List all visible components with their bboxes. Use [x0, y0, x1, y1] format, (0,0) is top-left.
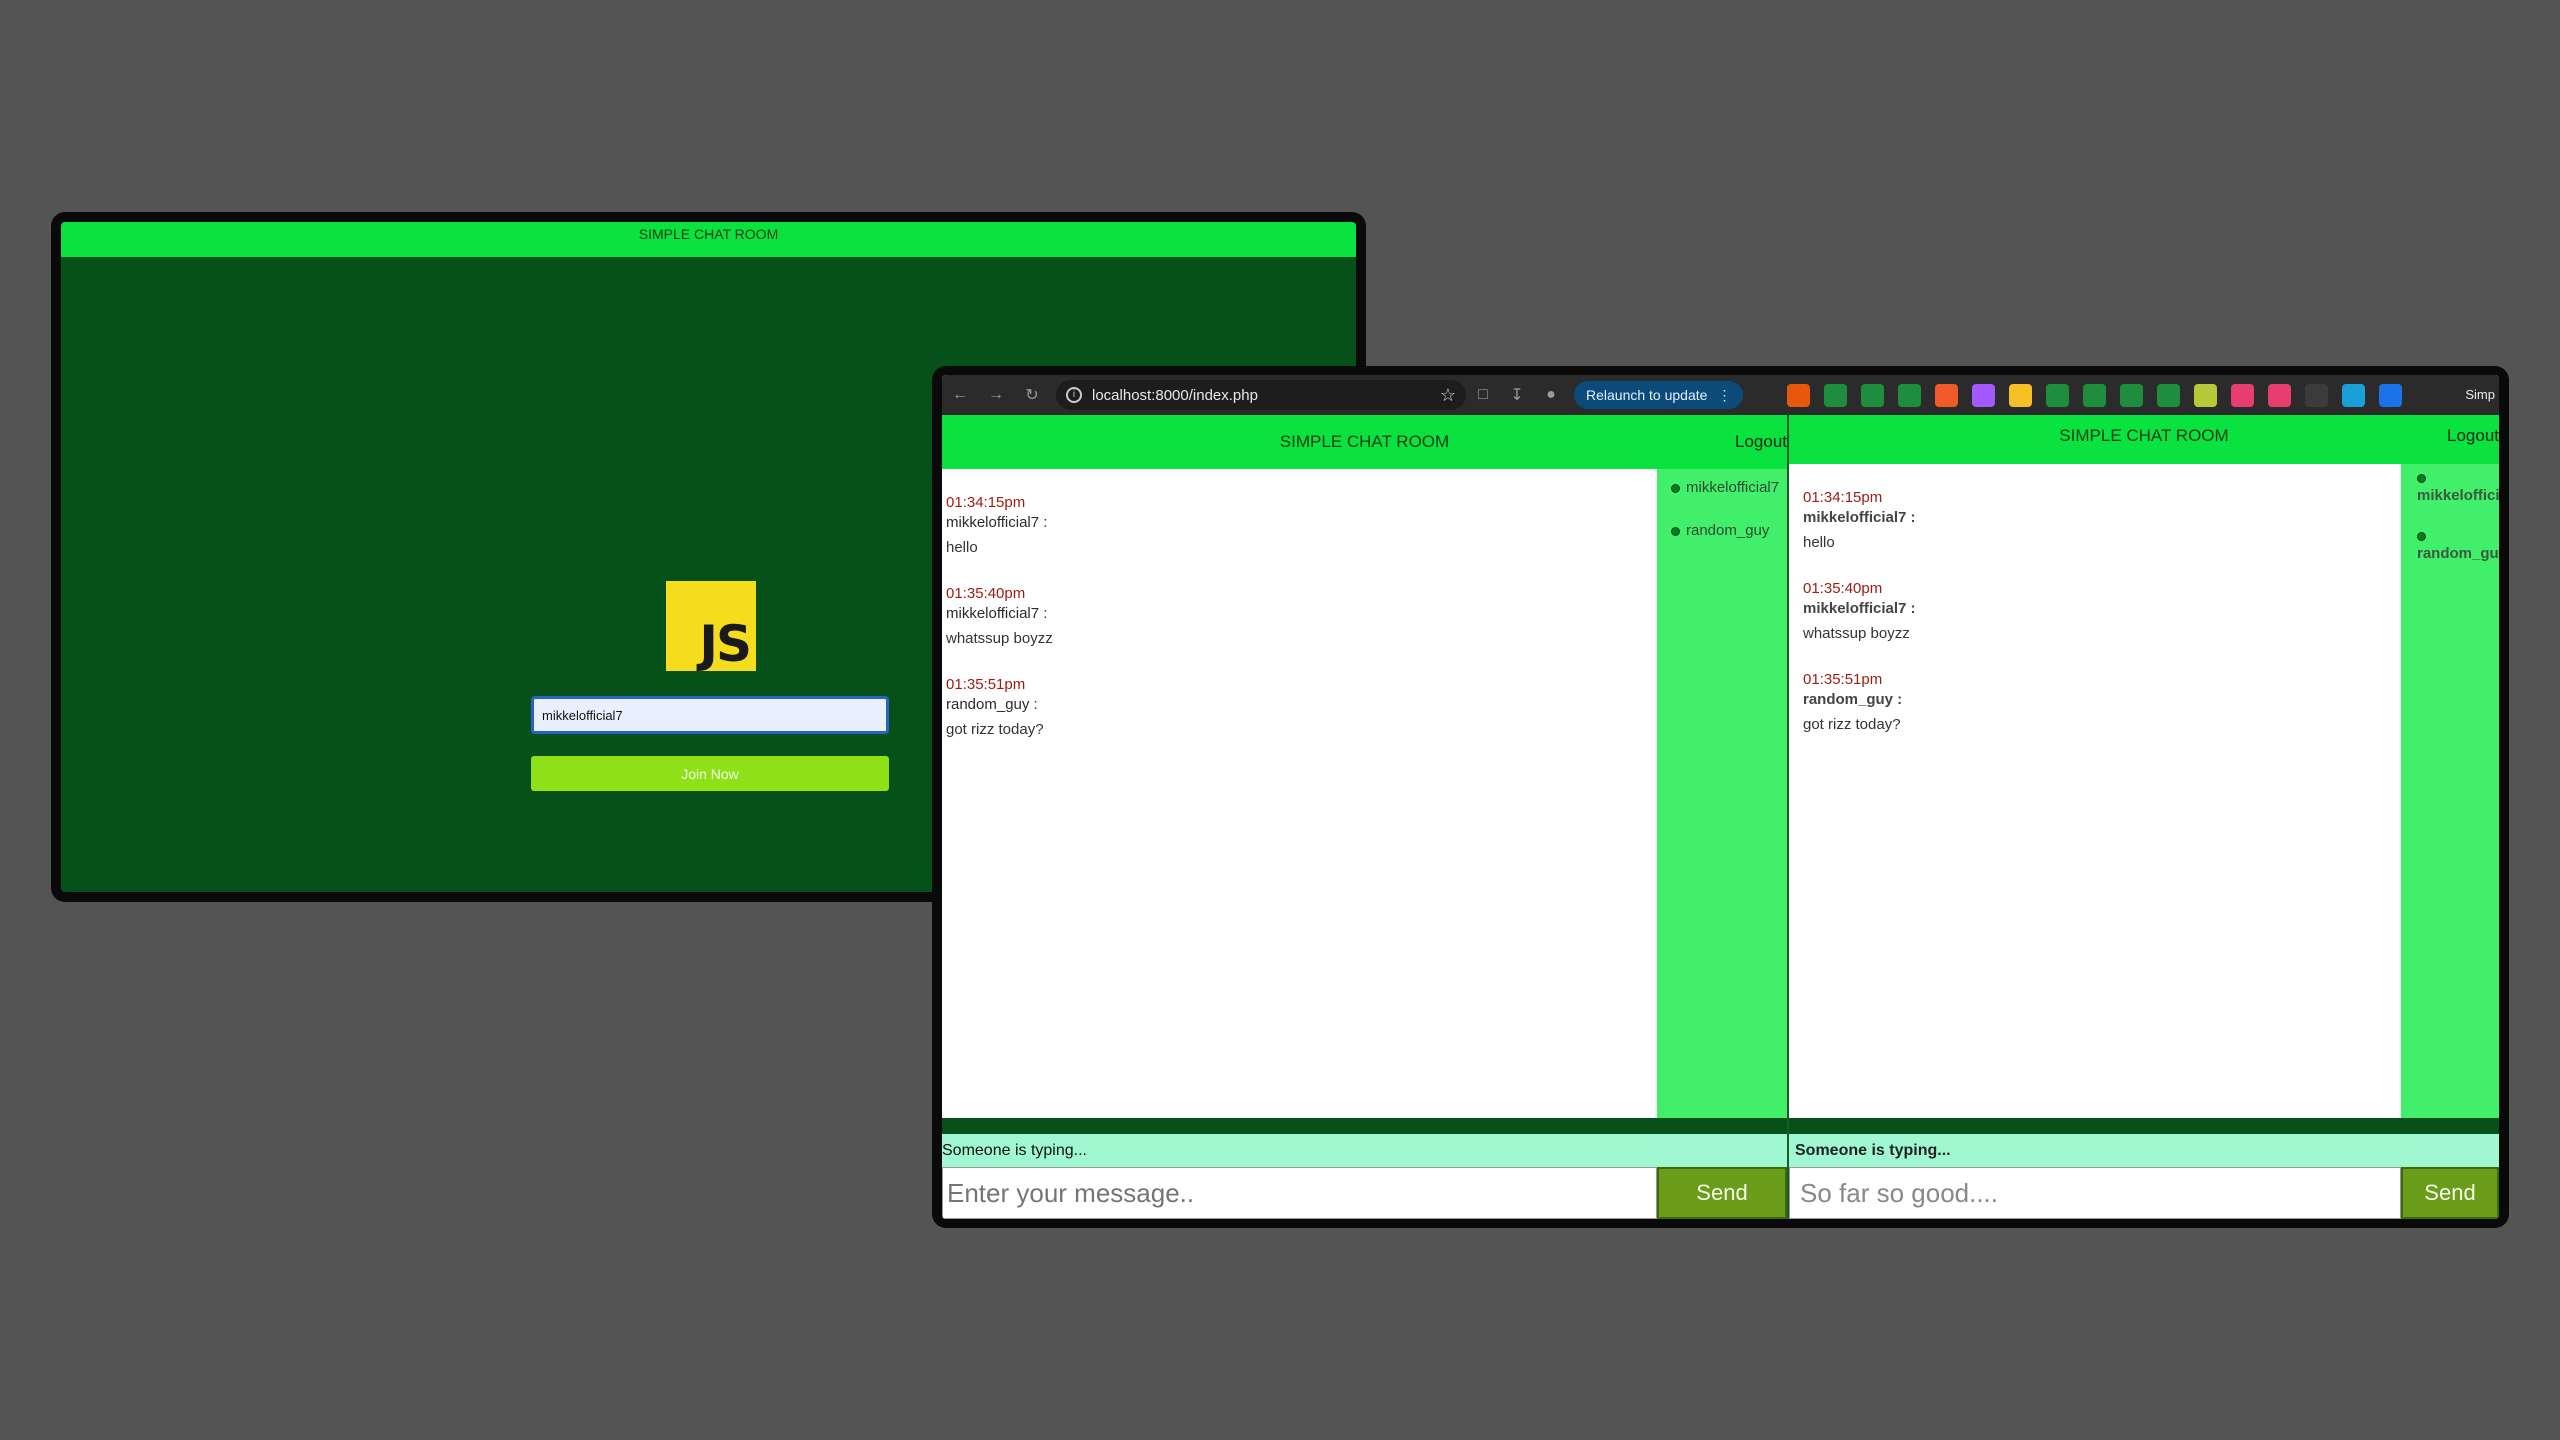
online-status-dot-icon — [2417, 474, 2426, 483]
message-time: 01:34:15pm — [1803, 489, 1883, 506]
message-text: whatssup boyzz — [946, 630, 1053, 647]
message-input[interactable] — [942, 1167, 1657, 1219]
bookmark-favicon-icon[interactable] — [2046, 383, 2069, 407]
login-header-title: SIMPLE CHAT ROOM — [61, 222, 1356, 257]
message-input[interactable] — [1789, 1167, 2401, 1219]
bookmark-favicon-icon[interactable] — [1824, 383, 1847, 407]
message-item: 01:34:15pm mikkelofficial7 : hello — [1803, 488, 2387, 553]
typing-indicator: Someone is typing... — [942, 1134, 1787, 1167]
more-menu-icon[interactable]: ⋮ — [1717, 387, 1731, 404]
message-item: 01:35:40pm mikkelofficial7 : whatssup bo… — [1803, 579, 2387, 644]
chat-title: SIMPLE CHAT ROOM — [1279, 432, 1450, 451]
online-user: mikkelofficial7 — [1671, 479, 1779, 496]
bookmark-favicon-icon[interactable] — [1972, 383, 1995, 407]
message-item: 01:35:51pm random_guy : got rizz today? — [946, 675, 1653, 740]
bookmark-favicon-icon[interactable] — [1861, 383, 1884, 407]
relaunch-button[interactable]: Relaunch to update ⋮ — [1574, 381, 1744, 409]
bookmark-favicon-icon[interactable] — [2379, 383, 2402, 407]
message-text: whatssup boyzz — [1803, 625, 1910, 642]
message-text: got rizz today? — [1803, 716, 1901, 733]
bookmark-favicon-icon[interactable] — [2342, 383, 2365, 407]
online-status-dot-icon — [1671, 526, 1680, 536]
logout-link[interactable]: Logout — [1735, 415, 1787, 469]
send-button[interactable]: Send — [1657, 1167, 1787, 1219]
message-composer: Send — [942, 1167, 1787, 1219]
message-time: 01:35:51pm — [1803, 671, 1883, 688]
chat-header: SIMPLE CHAT ROOM Logout — [942, 415, 1787, 469]
message-list: 01:34:15pm mikkelofficial7 : hello 01:35… — [942, 469, 1657, 1118]
typing-indicator: Someone is typing... — [1789, 1134, 2499, 1167]
profile-avatar-icon[interactable]: ● — [1534, 386, 1568, 404]
online-user-name: mikkelofficial7 — [2417, 487, 2499, 504]
bookmark-favicon-icon[interactable] — [1898, 383, 1921, 407]
js-logo: JS — [666, 581, 756, 671]
online-users-list: mikkelofficial7 random_guy — [2401, 464, 2499, 1118]
relaunch-label: Relaunch to update — [1586, 387, 1708, 403]
back-arrow-icon[interactable]: ← — [942, 386, 978, 404]
message-user: mikkelofficial7 : — [946, 514, 1048, 531]
send-button[interactable]: Send — [2401, 1167, 2499, 1219]
divider — [942, 1118, 1787, 1134]
bookmark-star-icon[interactable]: ☆ — [1440, 385, 1456, 406]
message-item: 01:35:40pm mikkelofficial7 : whatssup bo… — [946, 584, 1653, 649]
online-user: random_guy — [1671, 522, 1773, 539]
online-user-name: mikkelofficial7 — [1686, 479, 1780, 496]
address-bar[interactable]: i localhost:8000/index.php ☆ — [1056, 380, 1466, 410]
chat-window: ← → ↻ i localhost:8000/index.php ☆ □ ↧ ●… — [932, 366, 2509, 1228]
message-time: 01:34:15pm — [946, 494, 1026, 511]
bookmark-favicon-icon[interactable] — [2231, 383, 2254, 407]
bookmark-favicon-icon[interactable] — [2009, 383, 2032, 407]
message-text: got rizz today? — [946, 721, 1044, 738]
online-user-name: random_guy — [2417, 545, 2499, 562]
message-user: random_guy : — [1803, 691, 1903, 708]
site-info-icon[interactable]: i — [1066, 387, 1082, 403]
message-user: mikkelofficial7 : — [1803, 509, 1916, 526]
message-user: mikkelofficial7 : — [1803, 600, 1916, 617]
message-time: 01:35:40pm — [946, 585, 1026, 602]
bookmark-favicon-icon[interactable] — [1935, 383, 1958, 407]
bookmark-favicon-icon[interactable] — [2194, 383, 2217, 407]
bookmark-favicon-icon[interactable] — [2268, 383, 2291, 407]
message-composer: Send — [1789, 1167, 2499, 1219]
download-icon[interactable]: ↧ — [1500, 385, 1534, 405]
username-input[interactable] — [531, 696, 889, 734]
chat-pane-right: SIMPLE CHAT ROOM Logout 01:34:15pm mikke… — [1787, 415, 2499, 1219]
extensions-icon[interactable]: □ — [1466, 386, 1500, 404]
bookmark-favicon-icon[interactable] — [2083, 383, 2106, 407]
chat-pane-left: SIMPLE CHAT ROOM Logout 01:34:15pm mikke… — [942, 415, 1787, 1219]
chat-title: SIMPLE CHAT ROOM — [2059, 426, 2229, 445]
divider — [1789, 1118, 2499, 1134]
browser-toolbar: ← → ↻ i localhost:8000/index.php ☆ □ ↧ ●… — [942, 375, 2499, 415]
message-time: 01:35:51pm — [946, 676, 1026, 693]
online-user: random_guy — [2417, 532, 2499, 562]
logout-link[interactable]: Logout — [2447, 415, 2499, 460]
message-time: 01:35:40pm — [1803, 580, 1883, 597]
online-status-dot-icon — [2417, 532, 2426, 541]
online-user: mikkelofficial7 — [2417, 474, 2499, 504]
message-item: 01:34:15pm mikkelofficial7 : hello — [946, 493, 1653, 558]
message-user: mikkelofficial7 : — [946, 605, 1048, 622]
reload-icon[interactable]: ↻ — [1014, 385, 1050, 405]
address-url[interactable]: localhost:8000/index.php — [1092, 387, 1430, 404]
bookmarks-bar — [1787, 375, 2402, 415]
forward-arrow-icon[interactable]: → — [978, 386, 1014, 404]
online-user-name: random_guy — [1686, 522, 1770, 539]
message-user: random_guy : — [946, 696, 1038, 713]
bookmark-favicon-icon[interactable] — [2120, 383, 2143, 407]
bookmark-favicon-icon[interactable] — [1787, 383, 1810, 407]
message-text: hello — [1803, 534, 1835, 551]
message-item: 01:35:51pm random_guy : got rizz today? — [1803, 670, 2387, 735]
chat-header: SIMPLE CHAT ROOM Logout — [1789, 415, 2499, 464]
chat-window-content: ← → ↻ i localhost:8000/index.php ☆ □ ↧ ●… — [942, 375, 2499, 1219]
online-users-list: mikkelofficial7 random_guy — [1657, 469, 1787, 1118]
online-status-dot-icon — [1671, 483, 1680, 493]
bookmark-favicon-icon[interactable] — [2157, 383, 2180, 407]
message-text: hello — [946, 539, 978, 556]
bookmark-favicon-icon[interactable] — [2305, 383, 2328, 407]
js-logo-text: JS — [699, 615, 752, 673]
join-now-button[interactable]: Join Now — [531, 756, 889, 791]
tab-title-fragment[interactable]: Simp — [2465, 387, 2495, 402]
message-list: 01:34:15pm mikkelofficial7 : hello 01:35… — [1789, 464, 2401, 1118]
